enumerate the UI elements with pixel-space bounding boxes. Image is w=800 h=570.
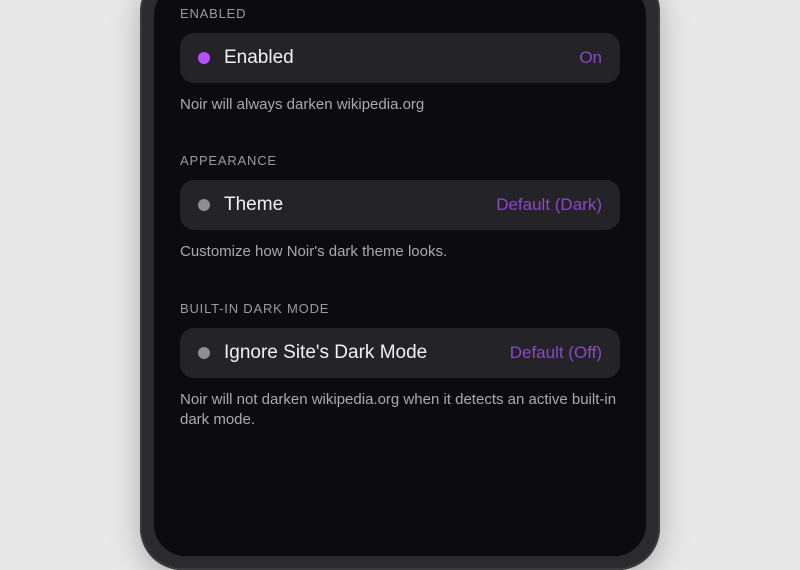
section-header-builtin: BUILT-IN DARK MODE — [180, 301, 620, 316]
phone-frame: ENABLED Enabled On Noir will always dark… — [140, 0, 660, 570]
row-label-ignore: Ignore Site's Dark Mode — [224, 342, 496, 364]
description-enabled: Noir will always darken wikipedia.org — [180, 95, 620, 115]
section-appearance: APPEARANCE Theme Default (Dark) Customiz… — [180, 153, 620, 262]
status-dot-icon — [198, 199, 210, 211]
row-ignore-site-dark-mode[interactable]: Ignore Site's Dark Mode Default (Off) — [180, 328, 620, 378]
row-value-ignore: Default (Off) — [510, 343, 602, 363]
phone-inner: ENABLED Enabled On Noir will always dark… — [154, 0, 646, 556]
row-value-theme: Default (Dark) — [496, 195, 602, 215]
row-value-enabled: On — [579, 48, 602, 68]
row-label-theme: Theme — [224, 194, 482, 216]
section-builtin-dark-mode: BUILT-IN DARK MODE Ignore Site's Dark Mo… — [180, 301, 620, 431]
settings-screen: ENABLED Enabled On Noir will always dark… — [154, 0, 646, 556]
status-dot-icon — [198, 52, 210, 64]
description-builtin: Noir will not darken wikipedia.org when … — [180, 390, 620, 431]
status-dot-icon — [198, 347, 210, 359]
row-label-enabled: Enabled — [224, 47, 565, 69]
description-appearance: Customize how Noir's dark theme looks. — [180, 242, 620, 262]
row-theme[interactable]: Theme Default (Dark) — [180, 180, 620, 230]
section-header-appearance: APPEARANCE — [180, 153, 620, 168]
row-enabled[interactable]: Enabled On — [180, 33, 620, 83]
section-enabled: ENABLED Enabled On Noir will always dark… — [180, 6, 620, 115]
section-header-enabled: ENABLED — [180, 6, 620, 21]
